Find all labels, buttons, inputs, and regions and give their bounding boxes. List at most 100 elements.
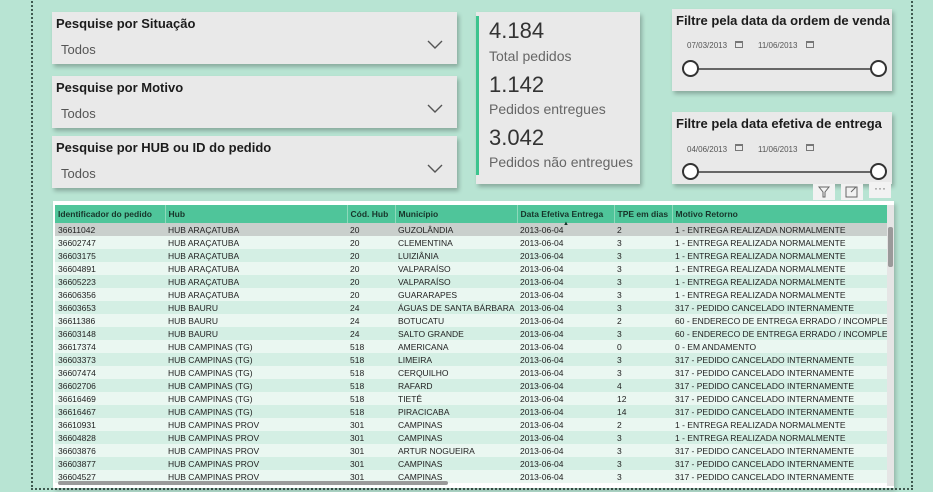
kpi-total-label: Total pedidos — [489, 48, 572, 64]
table-cell: 518 — [347, 405, 395, 418]
column-header[interactable]: TPE em dias — [614, 205, 673, 223]
orders-table[interactable]: Identificador do pedido Hub Cód. Hub Mun… — [53, 201, 894, 488]
table-row[interactable]: 36617374 HUB CAMPINAS (TG) 518 AMERICANA 201… — [55, 340, 887, 353]
order-date-filter[interactable]: Filtre pela data da ordem de venda 07/03… — [672, 9, 892, 91]
table-cell: 36602706 — [55, 379, 165, 392]
column-header[interactable]: Identificador do pedido — [55, 205, 166, 223]
slicer-selected-value[interactable]: Todos — [61, 166, 96, 181]
table-cell: 317 - PEDIDO CANCELADO INTERNAMENTE — [672, 353, 887, 366]
column-header[interactable]: Cód. Hub — [347, 205, 396, 223]
table-row[interactable]: 36611386 HUB BAURU 24 BOTUCATU 2013-06-04 2 60… — [55, 314, 887, 327]
table-cell: 20 — [347, 236, 395, 249]
chevron-down-icon[interactable] — [427, 40, 443, 50]
sort-indicator-icon: ▲ — [563, 221, 569, 227]
table-cell: 3 — [614, 288, 672, 301]
table-cell: 1 - ENTREGA REALIZADA NORMALMENTE — [672, 275, 887, 288]
table-cell: 1 - ENTREGA REALIZADA NORMALMENTE — [672, 418, 887, 431]
column-header[interactable]: Município — [395, 205, 518, 223]
table-cell: SALTO GRANDE — [395, 327, 517, 340]
table-cell: 36611386 — [55, 314, 165, 327]
table-row[interactable]: 36606356 HUB ARAÇATUBA 20 GUARARAPES 2013-06… — [55, 288, 887, 301]
table-cell: 1 - ENTREGA REALIZADA NORMALMENTE — [672, 262, 887, 275]
table-row[interactable]: 36602747 HUB ARAÇATUBA 20 CLEMENTINA 2013-06… — [55, 236, 887, 249]
chevron-down-icon[interactable] — [427, 164, 443, 174]
table-row[interactable]: 36616467 HUB CAMPINAS (TG) 518 PIRACICABA 20… — [55, 405, 887, 418]
table-cell: 2013-06-04 — [517, 327, 614, 340]
more-options-icon[interactable]: ··· — [869, 182, 891, 198]
table-row[interactable]: 36603653 HUB BAURU 24 ÁGUAS DE SANTA BÁRBAR… — [55, 301, 887, 314]
table-cell: 3 — [614, 457, 672, 470]
table-cell: 36617374 — [55, 340, 165, 353]
focus-mode-icon[interactable] — [841, 184, 863, 200]
table-cell: 36603175 — [55, 249, 165, 262]
slicer-selected-value[interactable]: Todos — [61, 106, 96, 121]
range-start-handle[interactable] — [682, 163, 699, 180]
date-filter-title: Filtre pela data efetiva de entrega — [676, 116, 882, 131]
end-date-field[interactable]: 11/06/2013 — [758, 145, 797, 154]
table-row[interactable]: 36603876 HUB CAMPINAS PROV 301 ARTUR NOGUEI… — [55, 444, 887, 457]
date-range-track[interactable] — [690, 171, 880, 173]
table-cell: 60 - ENDERECO DE ENTREGA ERRADO / INCOMP… — [672, 314, 887, 327]
table-cell: 36610931 — [55, 418, 165, 431]
table-cell: 36616469 — [55, 392, 165, 405]
calendar-icon[interactable] — [735, 41, 743, 48]
hub-pedido-slicer[interactable]: Pesquise por HUB ou ID do pedido Todos — [52, 136, 457, 188]
table-cell: 14 — [614, 405, 672, 418]
table-cell: 1 - ENTREGA REALIZADA NORMALMENTE — [672, 249, 887, 262]
slicer-selected-value[interactable]: Todos — [61, 42, 96, 57]
table-row[interactable]: 36603148 HUB BAURU 24 SALTO GRANDE 2013-06-0… — [55, 327, 887, 340]
table-row[interactable]: 36604828 HUB CAMPINAS PROV 301 CAMPINAS 2013… — [55, 431, 887, 444]
table-row[interactable]: 36603373 HUB CAMPINAS (TG) 518 LIMEIRA 2013-… — [55, 353, 887, 366]
range-end-handle[interactable] — [870, 163, 887, 180]
vertical-scrollbar[interactable] — [887, 205, 894, 486]
calendar-icon[interactable] — [735, 144, 743, 151]
table-row[interactable]: 36611042 HUB ARAÇATUBA 20 GUZOLÂNDIA 2013-06… — [55, 223, 887, 236]
range-end-handle[interactable] — [870, 60, 887, 77]
table-cell: 317 - PEDIDO CANCELADO INTERNAMENTE — [672, 470, 887, 483]
table-row[interactable]: 36604891 HUB ARAÇATUBA 20 VALPARAÍSO 2013-06… — [55, 262, 887, 275]
table-row[interactable]: 36603175 HUB ARAÇATUBA 20 LUIZIÂNIA 2013-06-… — [55, 249, 887, 262]
chevron-down-icon[interactable] — [427, 104, 443, 114]
table-cell: 20 — [347, 249, 395, 262]
calendar-icon[interactable] — [806, 41, 814, 48]
kpi-delivered-value: 1.142 — [489, 72, 545, 97]
table-row[interactable]: 36602706 HUB CAMPINAS (TG) 518 RAFARD 2013-0… — [55, 379, 887, 392]
table-row[interactable]: 36607474 HUB CAMPINAS (TG) 518 CERQUILHO 201… — [55, 366, 887, 379]
filter-icon[interactable] — [813, 184, 835, 200]
column-header[interactable]: Motivo Retorno — [672, 205, 888, 223]
date-range-track[interactable] — [690, 68, 880, 70]
column-header[interactable]: Hub — [165, 205, 348, 223]
table-cell: 36603877 — [55, 457, 165, 470]
calendar-icon[interactable] — [806, 144, 814, 151]
horizontal-scrollbar[interactable] — [58, 481, 448, 485]
table-cell: 36607474 — [55, 366, 165, 379]
table-cell: 36602747 — [55, 236, 165, 249]
table-cell: HUB CAMPINAS (TG) — [165, 405, 347, 418]
situacao-slicer[interactable]: Pesquise por Situação Todos — [52, 12, 457, 64]
table-cell: 2013-06-04 — [517, 314, 614, 327]
table-cell: 518 — [347, 392, 395, 405]
table-cell: 36603876 — [55, 444, 165, 457]
start-date-field[interactable]: 07/03/2013 — [687, 41, 727, 50]
scrollbar-thumb[interactable] — [888, 227, 893, 267]
delivery-date-filter[interactable]: Filtre pela data efetiva de entrega 04/0… — [672, 112, 892, 184]
table-cell: 3 — [614, 444, 672, 457]
table-row[interactable]: 36610931 HUB CAMPINAS PROV 301 CAMPINAS 2013… — [55, 418, 887, 431]
table-row[interactable]: 36605223 HUB ARAÇATUBA 20 VALPARAÍSO 2013-06… — [55, 275, 887, 288]
table-cell: 2 — [614, 314, 672, 327]
table-cell: HUB CAMPINAS PROV — [165, 444, 347, 457]
table-cell: 36603653 — [55, 301, 165, 314]
table-cell: 12 — [614, 392, 672, 405]
table-cell: ÁGUAS DE SANTA BÁRBARA — [395, 301, 517, 314]
table-cell: HUB ARAÇATUBA — [165, 262, 347, 275]
table-cell: 3 — [614, 470, 672, 483]
end-date-field[interactable]: 11/06/2013 — [758, 41, 797, 50]
start-date-field[interactable]: 04/06/2013 — [687, 145, 727, 154]
table-row[interactable]: 36616469 HUB CAMPINAS (TG) 518 TIETÊ 2013-06… — [55, 392, 887, 405]
motivo-slicer[interactable]: Pesquise por Motivo Todos — [52, 76, 457, 128]
table-cell: 2013-06-04 — [517, 353, 614, 366]
table-row[interactable]: 36603877 HUB CAMPINAS PROV 301 CAMPINAS 2013… — [55, 457, 887, 470]
table-cell: PIRACICABA — [395, 405, 517, 418]
range-start-handle[interactable] — [682, 60, 699, 77]
kpi-total-value: 4.184 — [489, 18, 545, 43]
